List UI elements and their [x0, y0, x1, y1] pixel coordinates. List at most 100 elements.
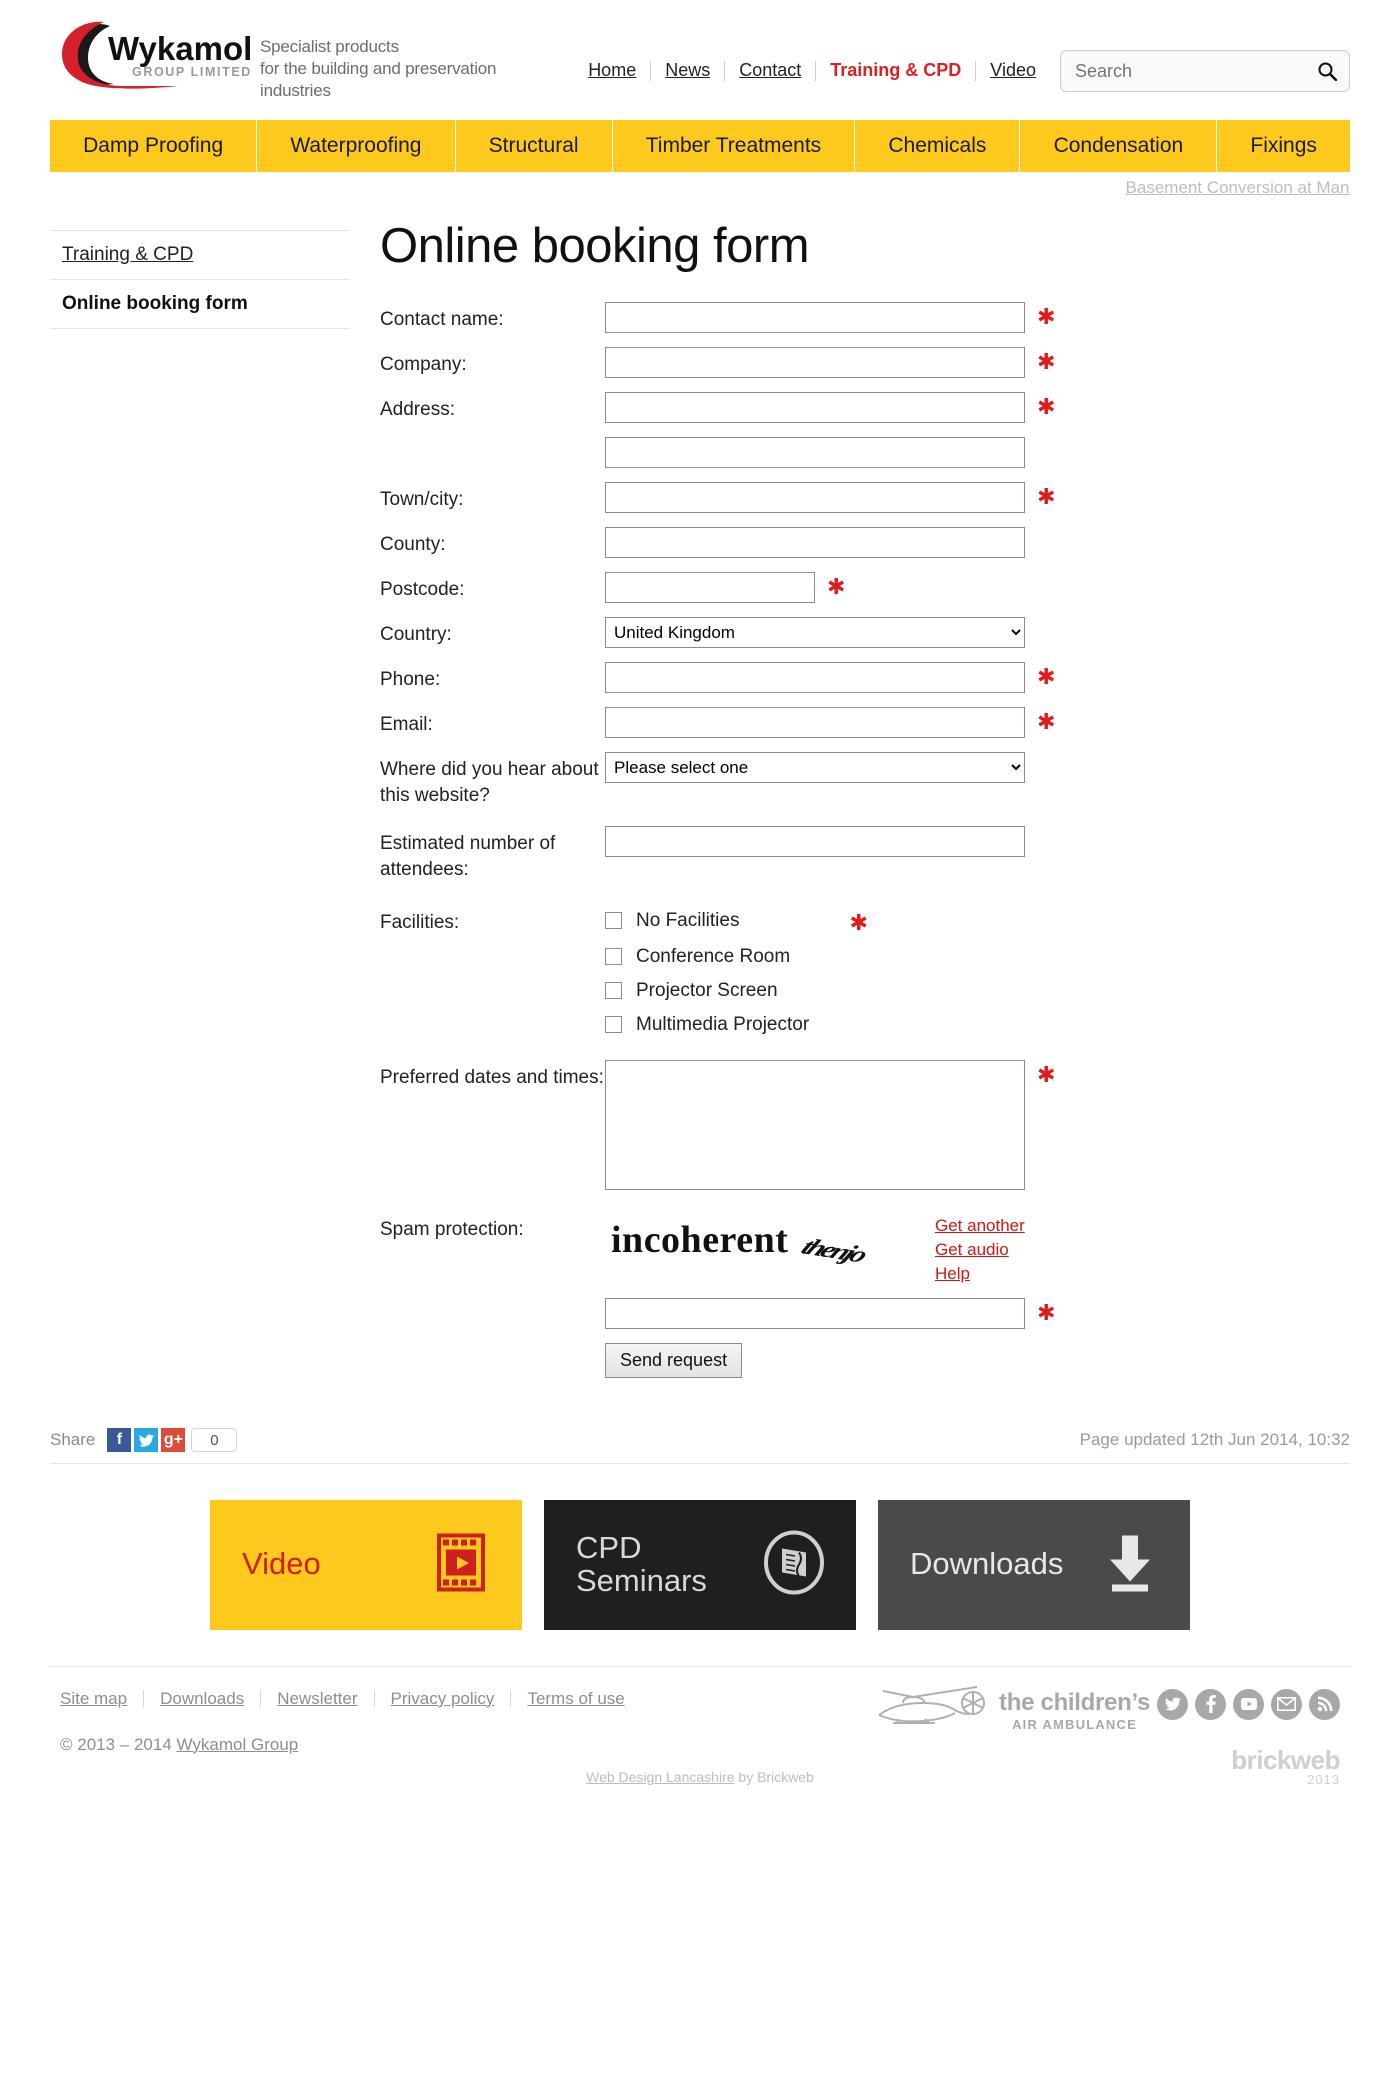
label-address: Address:	[380, 399, 455, 420]
facility-checkbox-multimedia-projector[interactable]	[605, 1016, 622, 1034]
twitter-icon[interactable]	[1157, 1688, 1188, 1720]
phone-input[interactable]	[605, 662, 1025, 693]
nav-item-condensation[interactable]: Condensation	[1020, 120, 1218, 172]
facility-row-multimedia-projector[interactable]: Multimedia Projector	[605, 1014, 868, 1036]
youtube-icon[interactable]	[1233, 1688, 1264, 1720]
label-spam-protection: Spam protection:	[380, 1218, 524, 1240]
search-input[interactable]	[1073, 59, 1317, 83]
company-input[interactable]	[605, 347, 1025, 378]
download-arrow-icon	[1100, 1531, 1160, 1598]
address-line1-input[interactable]	[605, 392, 1025, 423]
captcha-help-link[interactable]: Help	[935, 1264, 1025, 1284]
captcha-word-1: incoherent	[611, 1218, 789, 1261]
promo-cpd-seminars[interactable]: CPD Seminars	[544, 1499, 856, 1630]
credit-suffix: by Brickweb	[734, 1768, 814, 1785]
required-marker: ✱	[1037, 394, 1056, 419]
promo-video-label: Video	[242, 1546, 321, 1582]
facility-checkbox-no-facilities[interactable]	[605, 912, 622, 930]
facility-checkbox-projector-screen[interactable]	[605, 982, 622, 1000]
sidebar-item-online-booking-form[interactable]: Online booking form	[50, 279, 350, 329]
field-row-town: Town/city: ✱	[380, 482, 1350, 513]
required-marker: ✱	[1037, 664, 1056, 689]
nav-item-chemicals[interactable]: Chemicals	[855, 120, 1021, 172]
required-marker: ✱	[1037, 709, 1056, 734]
ticker-link[interactable]: Basement Conversion at Manc	[1126, 178, 1350, 198]
footer-link-site-map[interactable]: Site map	[60, 1689, 143, 1709]
share-label: Share	[50, 1430, 96, 1450]
label-company: Company:	[380, 354, 467, 375]
wykamol-logo-icon: Wykamol GROUP LIMITED	[60, 18, 252, 90]
attendees-input[interactable]	[605, 826, 1025, 858]
copyright-link-wykamol-group[interactable]: Wykamol Group	[177, 1735, 299, 1754]
topnav-item-training-cpd[interactable]: Training & CPD	[816, 60, 975, 81]
facebook-icon[interactable]	[1195, 1688, 1226, 1720]
brickweb-logo[interactable]: brickweb 2013	[1231, 1745, 1340, 1787]
footer-link-privacy-policy[interactable]: Privacy policy	[375, 1689, 511, 1709]
nav-item-waterproofing[interactable]: Waterproofing	[257, 120, 456, 172]
captcha-links: Get another Get audio Help	[935, 1212, 1025, 1284]
rss-icon[interactable]	[1309, 1688, 1340, 1720]
field-row-email: Email: ✱	[380, 707, 1350, 738]
captcha-answer-input[interactable]	[605, 1297, 1025, 1329]
topnav-item-home[interactable]: Home	[574, 60, 650, 81]
search-icon[interactable]	[1317, 61, 1338, 82]
twitter-share-icon[interactable]	[134, 1428, 159, 1453]
topnav-item-video[interactable]: Video	[976, 60, 1050, 81]
topnav-item-contact[interactable]: Contact	[725, 60, 815, 81]
field-row-address: Address: ✱	[380, 392, 1350, 423]
charity-logo[interactable]: the children’s AIR AMBULANCE	[873, 1685, 1150, 1736]
site-logo[interactable]: Wykamol GROUP LIMITED Specialist product…	[60, 18, 496, 101]
label-county: County:	[380, 534, 446, 555]
field-row-captcha-answer: ✱	[380, 1297, 1350, 1329]
footer-link-newsletter[interactable]: Newsletter	[261, 1689, 373, 1709]
label-preferred-dates: Preferred dates and times:	[380, 1066, 604, 1088]
captcha-get-another-link[interactable]: Get another	[935, 1216, 1025, 1236]
footer-link-downloads[interactable]: Downloads	[144, 1689, 260, 1709]
social-links	[1157, 1688, 1340, 1720]
search-box[interactable]	[1060, 50, 1350, 92]
nav-item-timber-treatments[interactable]: Timber Treatments	[613, 120, 856, 172]
email-icon[interactable]	[1271, 1688, 1302, 1720]
contact-name-input[interactable]	[605, 302, 1025, 333]
copyright-text: © 2013 – 2014	[60, 1734, 177, 1754]
facility-row-conference-room[interactable]: Conference Room	[605, 946, 868, 968]
county-input[interactable]	[605, 527, 1025, 558]
sidebar-item-training-cpd[interactable]: Training & CPD	[50, 230, 350, 279]
sidebar-link-training-cpd[interactable]: Training & CPD	[62, 244, 193, 265]
required-marker: ✱	[1037, 484, 1056, 509]
nav-item-fixings[interactable]: Fixings	[1217, 120, 1350, 172]
facility-row-no-facilities[interactable]: No Facilities ✱	[605, 908, 868, 934]
nav-item-damp-proofing[interactable]: Damp Proofing	[50, 120, 258, 172]
facility-row-projector-screen[interactable]: Projector Screen	[605, 980, 868, 1002]
footer-link-terms-of-use[interactable]: Terms of use	[511, 1689, 640, 1709]
label-email: Email:	[380, 714, 433, 735]
facilities-checkbox-group: No Facilities ✱ Conference Room Projecto…	[605, 905, 868, 1036]
postcode-input[interactable]	[605, 572, 815, 603]
referrer-select[interactable]: Please select one	[605, 752, 1025, 783]
footer-links: Site map Downloads Newsletter Privacy po…	[50, 1689, 1350, 1709]
film-strip-play-icon	[430, 1531, 492, 1598]
country-select[interactable]: United Kingdom	[605, 617, 1025, 648]
credit-link-web-design-lancashire[interactable]: Web Design Lancashire	[586, 1769, 734, 1785]
facility-label-projector-screen: Projector Screen	[636, 979, 778, 1001]
captcha-get-audio-link[interactable]: Get audio	[935, 1240, 1025, 1260]
field-row-postcode: Postcode: ✱	[380, 572, 1350, 603]
topnav-item-news[interactable]: News	[651, 60, 724, 81]
site-tagline: Specialist products for the building and…	[260, 37, 497, 100]
charity-text: the children’s AIR AMBULANCE	[999, 1689, 1150, 1732]
promo-video[interactable]: Video	[210, 1499, 522, 1630]
send-request-button[interactable]: Send request	[605, 1342, 743, 1378]
facebook-share-icon[interactable]: f	[107, 1428, 132, 1453]
required-marker: ✱	[1037, 349, 1056, 374]
page-updated-text: Page updated 12th Jun 2014, 10:32	[1079, 1430, 1350, 1450]
preferred-dates-textarea[interactable]	[605, 1059, 1025, 1190]
label-contact-name: Contact name:	[380, 309, 504, 330]
email-input[interactable]	[605, 707, 1025, 738]
nav-item-structural[interactable]: Structural	[456, 120, 613, 172]
sidebar: Training & CPD Online booking form	[50, 208, 350, 1392]
facility-checkbox-conference-room[interactable]	[605, 948, 622, 966]
town-city-input[interactable]	[605, 482, 1025, 513]
googleplus-share-icon[interactable]: g+	[161, 1428, 186, 1453]
promo-downloads[interactable]: Downloads	[878, 1499, 1190, 1630]
address-line2-input[interactable]	[605, 437, 1025, 468]
